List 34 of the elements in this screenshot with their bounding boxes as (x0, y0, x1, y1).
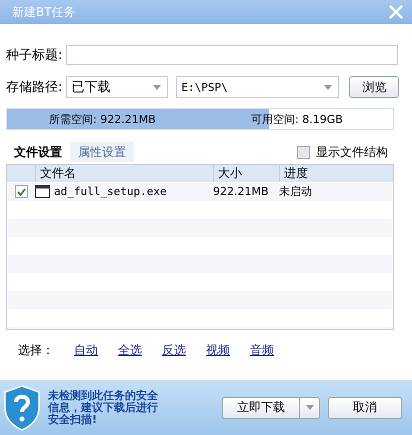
window-icon (35, 185, 50, 198)
tab[interactable]: 属性设置 (70, 142, 134, 162)
shield-icon (4, 384, 40, 430)
download-button[interactable]: 立即下载 (222, 396, 300, 418)
field-label: 存储路径: (6, 79, 62, 96)
close-button[interactable] (388, 4, 404, 20)
column-header: 进度 (279, 165, 393, 182)
download-menu-button[interactable] (300, 396, 320, 418)
window-title: 新建BT任务 (12, 4, 76, 20)
checkbox[interactable] (15, 185, 28, 198)
column-header: 大小 (213, 165, 279, 182)
caret-icon (306, 405, 314, 410)
checkbox-label: 显示文件结构 (316, 144, 388, 160)
select-link[interactable]: 反选 (162, 342, 186, 359)
select-link[interactable]: 音频 (250, 342, 274, 359)
field-label: 种子标题: (6, 47, 62, 64)
select-label: 选择： (18, 342, 54, 359)
select-link[interactable]: 视频 (206, 342, 230, 359)
folder-dropdown[interactable]: E:\PSP\ (176, 76, 340, 98)
column-header: 文件名 (35, 165, 213, 182)
security-warning: 未检测到此任务的安全信息，建议下载后进行安全扫描! (48, 390, 159, 426)
caret-icon (153, 84, 162, 90)
browse-button[interactable]: 浏览 (349, 76, 400, 98)
file-name: ad_full_setup.exe (54, 185, 167, 198)
cancel-button[interactable]: 取消 (328, 396, 402, 418)
available-space: 可用空间: 8.19GB (251, 112, 343, 126)
caret-icon (324, 84, 332, 90)
title-field[interactable] (66, 45, 398, 65)
select-link[interactable]: 全选 (118, 342, 142, 359)
file-size: 922.21MB (213, 185, 270, 198)
required-space: 所需空间: 922.21MB (49, 112, 156, 126)
select-link[interactable]: 自动 (74, 342, 98, 359)
checkbox[interactable] (297, 146, 310, 158)
category-dropdown[interactable]: 已下载 (66, 76, 168, 98)
